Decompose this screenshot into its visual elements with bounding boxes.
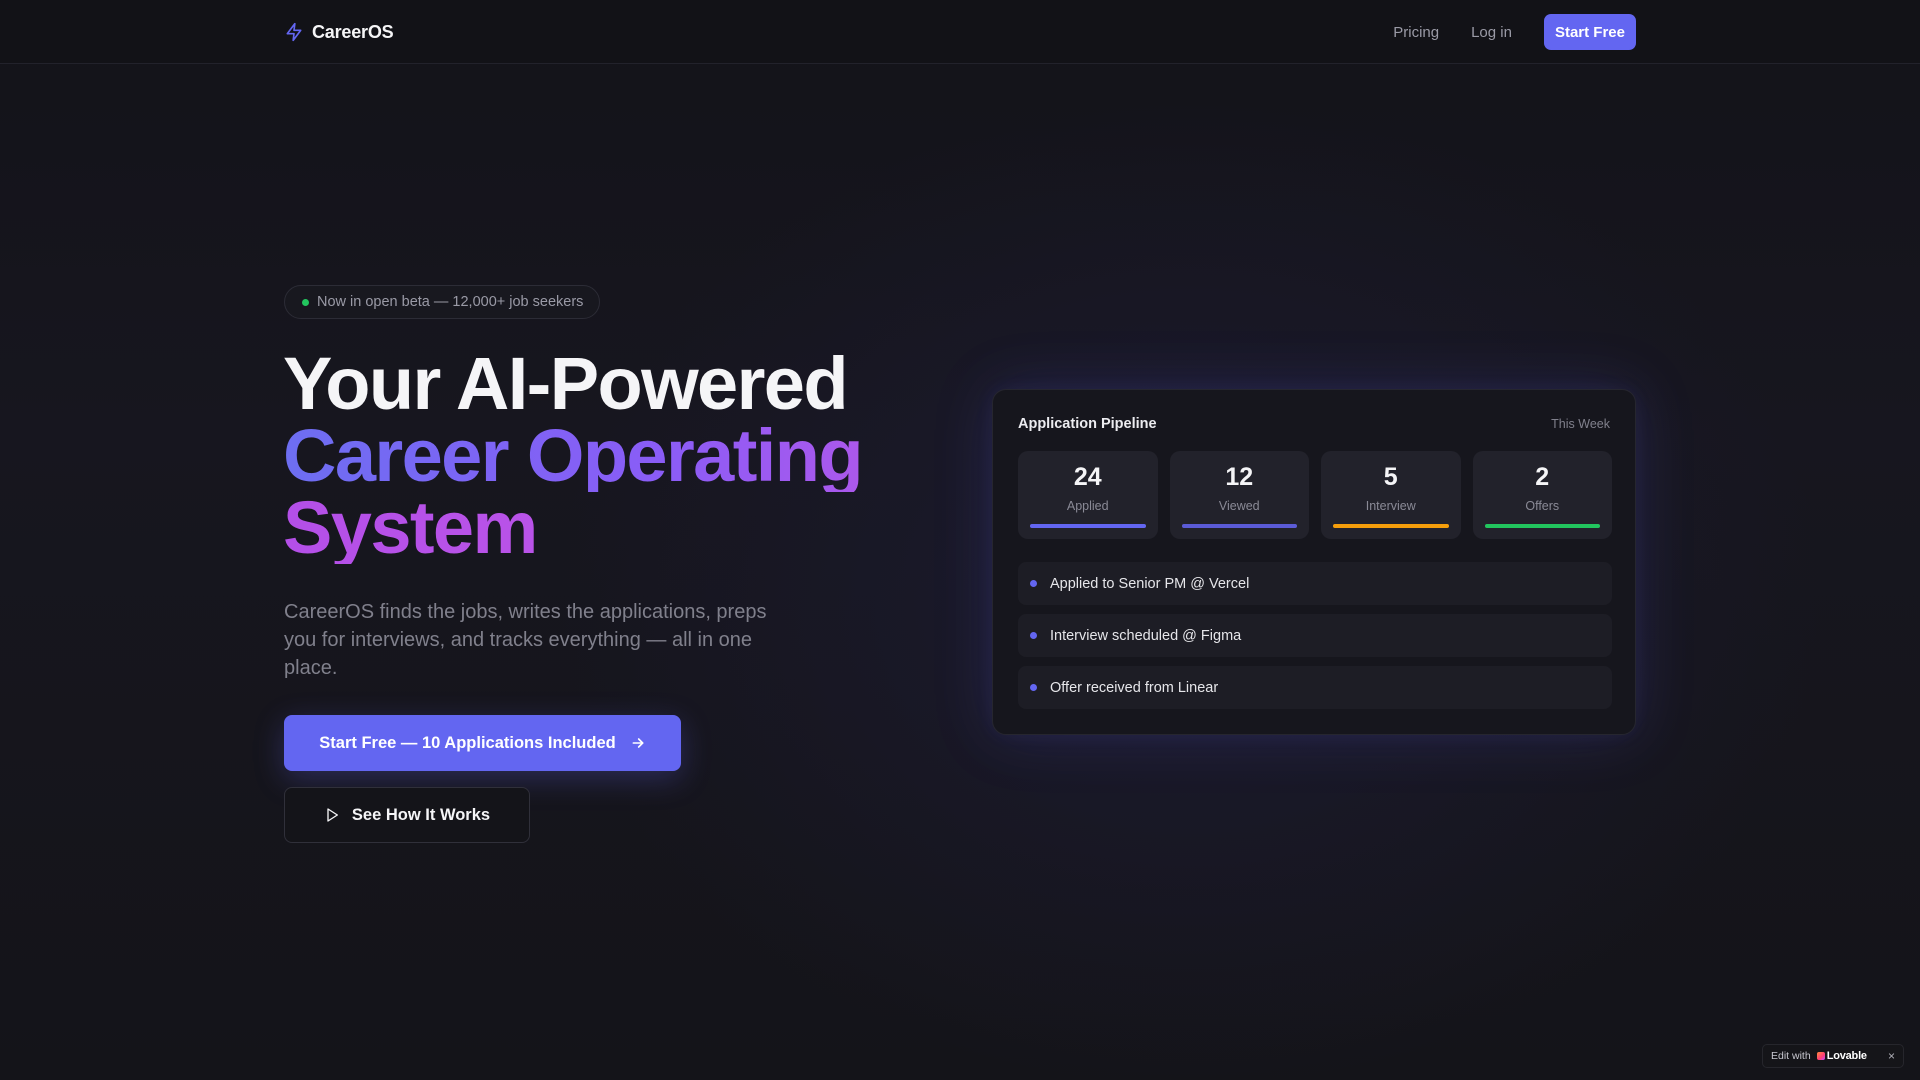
lightning-bolt-icon	[286, 22, 302, 42]
nav-link-login[interactable]: Log in	[1471, 24, 1512, 41]
stat-progress-bar	[1030, 524, 1146, 528]
stat-progress-track	[1181, 524, 1297, 528]
start-free-cta-button[interactable]: Start Free — 10 Applications Included	[284, 715, 681, 771]
headline-line-2: Career Operating	[283, 419, 983, 493]
nav-links: Pricing Log in Start Free	[1393, 14, 1636, 50]
stat-applied: 24 Applied	[1018, 451, 1158, 539]
arrow-right-icon	[632, 738, 644, 748]
stat-label: Interview	[1365, 499, 1416, 513]
hero-subtext: CareerOS finds the jobs, writes the appl…	[284, 601, 767, 679]
activity-text: Offer received from Linear	[1050, 679, 1219, 696]
see-how-it-works-label: See How It Works	[351, 805, 491, 824]
start-free-cta-label: Start Free — 10 Applications Included	[319, 733, 616, 752]
stat-interview: 5 Interview	[1321, 451, 1461, 539]
stat-viewed: 12 Viewed	[1169, 451, 1309, 539]
lovable-logo-icon	[1816, 1052, 1825, 1060]
list-item: Offer received from Linear	[1018, 666, 1612, 709]
beta-badge: Now in open beta — 12,000+ job seekers	[284, 285, 601, 319]
card-title: Application Pipeline	[1018, 416, 1157, 432]
application-pipeline-card: Application Pipeline This Week 24 Applie…	[992, 389, 1636, 735]
see-how-it-works-button[interactable]: See How It Works	[284, 787, 530, 843]
headline-line-3: System	[283, 491, 983, 565]
stat-value: 12	[1225, 463, 1254, 491]
beta-badge-text: Now in open beta — 12,000+ job seekers	[317, 294, 584, 310]
stat-progress-track	[1030, 524, 1146, 528]
stat-value: 5	[1383, 463, 1398, 491]
status-dot-icon	[302, 298, 309, 306]
list-item: Applied to Senior PM @ Vercel	[1018, 562, 1612, 605]
bullet-dot-icon	[1030, 632, 1037, 639]
lovable-prefix: Edit with	[1771, 1050, 1811, 1062]
stat-value: 2	[1535, 463, 1550, 491]
stat-progress-bar	[1333, 524, 1449, 528]
stat-value: 24	[1073, 463, 1102, 491]
stat-progress-track	[1484, 524, 1600, 528]
lovable-brand: Lovable	[1826, 1050, 1867, 1062]
bullet-dot-icon	[1030, 684, 1037, 691]
card-period: This Week	[1551, 417, 1610, 431]
activity-text: Interview scheduled @ Figma	[1050, 627, 1242, 644]
stat-offers: 2 Offers	[1472, 451, 1612, 539]
brand-logo[interactable]: CareerOS	[284, 20, 394, 44]
brand-name: CareerOS	[312, 21, 394, 42]
list-item: Interview scheduled @ Figma	[1018, 614, 1612, 657]
stat-label: Offers	[1525, 499, 1560, 513]
nav-start-free-button[interactable]: Start Free	[1543, 14, 1636, 50]
top-nav: CareerOS Pricing Log in Start Free	[0, 0, 1920, 64]
close-icon[interactable]: ×	[1888, 1049, 1895, 1063]
nav-link-pricing[interactable]: Pricing	[1393, 24, 1439, 41]
activity-list: Applied to Senior PM @ Vercel Interview …	[1018, 562, 1612, 718]
stat-progress-bar	[1484, 524, 1600, 528]
edit-with-lovable-badge[interactable]: Edit with Lovable ×	[1762, 1044, 1904, 1068]
activity-text: Applied to Senior PM @ Vercel	[1050, 575, 1250, 592]
bullet-dot-icon	[1030, 580, 1037, 587]
stat-progress-bar	[1181, 524, 1297, 528]
hero-headline: Your AI-Powered Career Operating System	[283, 342, 983, 565]
stat-progress-track	[1333, 524, 1449, 528]
stat-label: Viewed	[1218, 499, 1260, 513]
pipeline-stats: 24 Applied 12 Viewed 5 Interview 2 Offer…	[1018, 451, 1612, 539]
play-icon	[327, 808, 338, 822]
headline-line-1: Your AI-Powered	[283, 342, 849, 425]
stat-label: Applied	[1066, 499, 1109, 513]
